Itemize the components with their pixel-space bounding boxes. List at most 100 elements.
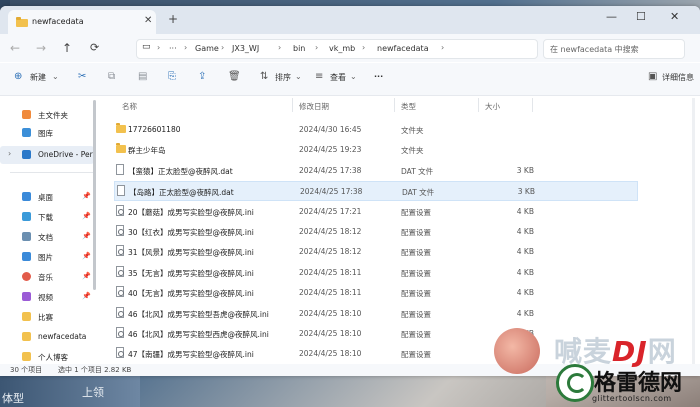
sort-button[interactable]: 排序 — [275, 72, 291, 83]
pin-icon: 📌 — [82, 292, 91, 300]
close-window-button[interactable]: ✕ — [670, 10, 679, 23]
copy-icon[interactable]: ⧉ — [108, 71, 115, 82]
table-row[interactable]: 【蛮猿】正太脸型@夜醉风.dat 2024/4/25 17:38 DAT 文件 3 K… — [114, 161, 638, 181]
bg-text-1: 上领 — [82, 386, 104, 399]
chevron-right-icon: › — [221, 43, 225, 52]
file-name: 20【蘑菇】成男写实脸型@夜醉风.ini — [128, 207, 254, 217]
sidebar-item-pictures[interactable]: 图片 📌 — [0, 248, 94, 266]
search-input[interactable]: 在 newfacedata 中搜索 — [543, 39, 685, 59]
sidebar-item-bisai[interactable]: 比赛 — [0, 308, 94, 326]
table-row[interactable]: 17726601180 2024/4/30 16:45 文件夹 — [114, 120, 638, 140]
up-icon[interactable]: ↑ — [62, 41, 72, 55]
details-button[interactable]: 详细信息 — [662, 72, 694, 83]
watermark-url: glittertoolscn.com — [592, 394, 672, 403]
file-type: DAT 文件 — [402, 188, 435, 198]
pin-icon: 📌 — [82, 212, 91, 220]
file-size: 4 KB — [516, 267, 534, 277]
settings-file-icon — [116, 327, 124, 338]
back-icon[interactable]: ← — [10, 41, 20, 55]
column-header-name[interactable]: 名称 — [122, 101, 137, 112]
watermark-text: 格雷德网 — [594, 371, 683, 396]
view-icon: ≡ — [315, 71, 324, 82]
sidebar-item-documents[interactable]: 文档 📌 — [0, 228, 94, 246]
chevron-right-icon: › — [315, 43, 319, 52]
navigation-pane: 主文件夹 图库 › OneDrive - Per 桌面 📌 下载 📌 文档 📌 — [0, 96, 96, 368]
file-type: DAT 文件 — [401, 166, 434, 176]
watermark-gleid: 格雷德网 glittertoolscn.com — [548, 362, 700, 407]
table-row[interactable]: 40【无言】成男写实脸型@夜醉风.ini 2024/4/25 18:11 配置设置 4… — [114, 283, 638, 303]
home-icon — [22, 110, 31, 119]
table-row[interactable]: 35【无言】成男写实脸型@夜醉风.ini 2024/4/25 18:11 配置设置 4… — [114, 263, 638, 283]
sidebar-item-desktop[interactable]: 桌面 📌 — [0, 188, 94, 206]
file-name: 17726601180 — [128, 125, 181, 134]
table-row[interactable]: 【岛路】正太脸型@夜醉风.dat 2024/4/25 17:38 DAT 文件 3 K… — [114, 181, 638, 202]
file-type: 配置设置 — [401, 248, 431, 258]
more-options-button[interactable]: ··· — [374, 72, 383, 81]
column-divider[interactable] — [478, 98, 479, 112]
file-name: 47【南疆】成男写实脸型@夜醉风.ini — [128, 350, 254, 360]
paste-icon[interactable]: ▤ — [138, 71, 147, 82]
address-bar[interactable]: ▭ › ··· › Game › JX3_WJ › bin › vk_mb › … — [136, 39, 538, 59]
table-row[interactable]: 20【蘑菇】成男写实脸型@夜醉风.ini 2024/4/25 17:21 配置设置 4… — [114, 202, 638, 222]
tab-newfacedata[interactable]: newfacedata ✕ — [8, 10, 156, 34]
chevron-right-icon: › — [184, 43, 188, 52]
breadcrumb-jx3[interactable]: JX3_WJ — [232, 44, 259, 53]
new-button[interactable]: 新建 — [30, 72, 46, 83]
breadcrumb-newfacedata[interactable]: newfacedata — [377, 44, 429, 53]
sidebar-item-gallery[interactable]: 图库 — [0, 124, 94, 142]
chevron-down-icon[interactable]: ⌄ — [52, 72, 59, 81]
file-date: 2024/4/25 18:10 — [299, 308, 362, 318]
file-list-scrollbar[interactable] — [692, 98, 695, 366]
maximize-button[interactable]: ☐ — [636, 10, 646, 23]
table-row[interactable]: 30【红衣】成男写实脸型@夜醉风.ini 2024/4/25 18:12 配置设置 4… — [114, 222, 638, 242]
sidebar-item-newfacedata[interactable]: newfacedata — [0, 328, 94, 346]
file-type: 配置设置 — [401, 350, 431, 360]
cut-icon[interactable]: ✂ — [78, 71, 86, 82]
share-icon[interactable]: ⇪ — [198, 71, 206, 82]
file-type: 配置设置 — [401, 289, 431, 299]
chevron-down-icon[interactable]: ⌄ — [350, 72, 357, 81]
column-divider[interactable] — [292, 98, 293, 112]
command-bar: ⊕ 新建 ⌄ ✂ ⧉ ▤ ⎘ ⇪ 🗑 ⇅ 排序 ⌄ ≡ 查看 ⌄ ··· ▣ 详… — [0, 63, 700, 96]
sidebar-item-home[interactable]: 主文件夹 — [0, 106, 94, 124]
music-icon — [22, 272, 31, 281]
view-button[interactable]: 查看 — [330, 72, 346, 83]
chevron-down-icon[interactable]: ⌄ — [295, 72, 302, 81]
table-row[interactable]: 46【北风】成男写实脸型吾虎@夜醉风.ini 2024/4/25 18:10 配置设… — [114, 304, 638, 324]
column-header-date[interactable]: 修改日期 — [299, 101, 329, 112]
watermark-avatar — [494, 328, 540, 374]
column-header-type[interactable]: 类型 — [401, 101, 416, 112]
breadcrumb-vk-mb[interactable]: vk_mb — [329, 44, 355, 53]
file-type: 配置设置 — [401, 330, 431, 339]
table-row[interactable]: 群主少年岛 2024/4/25 19:23 文件夹 — [114, 140, 638, 160]
sidebar-item-videos[interactable]: 视频 📌 — [0, 288, 94, 306]
tab-close-icon[interactable]: ✕ — [144, 15, 152, 26]
sidebar-item-label: 桌面 — [38, 193, 53, 202]
file-icon — [116, 163, 124, 175]
breadcrumb-game[interactable]: Game — [195, 44, 219, 53]
table-row[interactable]: 31【风景】成男写实脸型@夜醉风.ini 2024/4/25 18:12 配置设置 4… — [114, 242, 638, 262]
settings-file-icon — [116, 265, 124, 277]
file-name: 35【无言】成男写实脸型@夜醉风.ini — [128, 268, 254, 278]
file-size: 4 KB — [516, 227, 534, 236]
forward-icon[interactable]: → — [36, 41, 46, 55]
sidebar-scrollbar[interactable] — [93, 100, 96, 290]
folder-icon — [22, 352, 31, 361]
breadcrumb-more[interactable]: ··· — [169, 44, 177, 53]
sidebar-item-label: 主文件夹 — [38, 111, 68, 120]
minimize-button[interactable]: — — [606, 10, 617, 23]
delete-icon[interactable]: 🗑 — [228, 71, 241, 82]
download-icon — [22, 212, 31, 221]
refresh-icon[interactable]: ⟳ — [90, 41, 99, 54]
sidebar-item-music[interactable]: 音乐 📌 — [0, 268, 94, 286]
rename-icon[interactable]: ⎘ — [168, 71, 176, 82]
column-divider[interactable] — [532, 98, 533, 112]
new-tab-button[interactable]: + — [168, 12, 178, 26]
sidebar-item-downloads[interactable]: 下载 📌 — [0, 208, 94, 226]
breadcrumb-bin[interactable]: bin — [293, 44, 305, 53]
column-divider[interactable] — [394, 98, 395, 112]
column-header-size[interactable]: 大小 — [485, 101, 500, 112]
address-bar-row: ← → ↑ ⟳ ▭ › ··· › Game › JX3_WJ › bin › … — [0, 34, 700, 62]
chevron-right-icon[interactable]: › — [8, 149, 11, 158]
sidebar-item-onedrive[interactable]: › OneDrive - Per — [0, 146, 94, 164]
